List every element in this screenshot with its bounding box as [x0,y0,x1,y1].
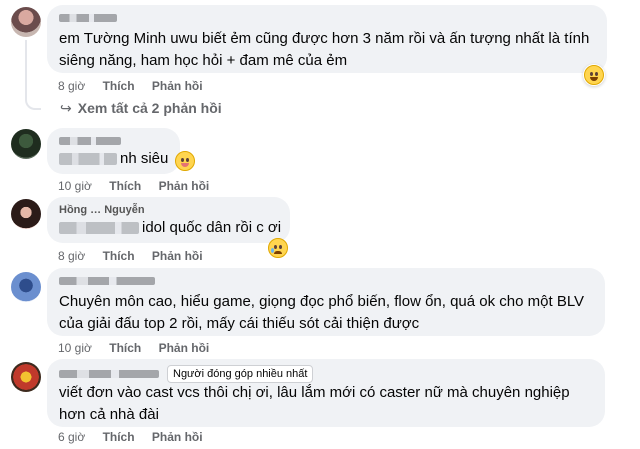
top-contributor-badge: Người đóng góp nhiều nhất [167,365,314,383]
comment-bubble: nh siêu [47,128,180,174]
comment-author[interactable] [59,274,593,288]
comment-time[interactable]: 6 giờ [58,430,85,444]
comment-time[interactable]: 10 giờ [58,179,92,193]
comment-actions: 10 giờ Thích Phản hồi [58,179,223,193]
reply-arrow-icon: ↪ [60,100,72,116]
comment-time[interactable]: 10 giờ [58,341,92,355]
sad-emoji-icon [268,238,288,258]
reply-button[interactable]: Phản hồi [152,79,203,93]
comment-text: viết đơn vào cast vcs thôi chị ơi, lâu l… [59,384,570,423]
comment-time[interactable]: 8 giờ [58,249,85,263]
avatar[interactable] [11,129,41,159]
reply-button[interactable]: Phản hồi [159,179,210,193]
comment-text: idol quốc dân rồi c ơi [59,217,281,239]
thread-line [25,40,41,110]
comment-actions: 8 giờ Thích Phản hồi [58,249,217,263]
comment-time[interactable]: 8 giờ [58,79,85,93]
comment-author[interactable]: Người đóng góp nhiều nhất [59,365,593,383]
comment-text: em Tường Minh uwu biết ẻm cũng được hơn … [59,30,590,69]
avatar[interactable] [11,199,41,229]
comment-actions: 6 giờ Thích Phản hồi [58,430,217,444]
avatar[interactable] [11,362,41,392]
comment-text: nh siêu [59,148,168,170]
reply-button[interactable]: Phản hồi [152,249,203,263]
reply-button[interactable]: Phản hồi [159,341,210,355]
comment-text: Chuyên môn cao, hiểu game, giọng đọc phổ… [59,293,585,332]
comment-actions: 8 giờ Thích Phản hồi [58,79,217,93]
comment-bubble: Hồng … Nguyễn idol quốc dân rồi c ơi [47,197,290,243]
comment-bubble: em Tường Minh uwu biết ẻm cũng được hơn … [47,5,607,73]
reply-button[interactable]: Phản hồi [152,430,203,444]
view-replies-link[interactable]: ↪ Xem tất cả 2 phản hồi [60,100,222,117]
like-button[interactable]: Thích [109,341,141,355]
comment-author[interactable]: Hồng … Nguyễn [59,203,278,217]
like-button[interactable]: Thích [103,79,135,93]
comment-bubble: Chuyên môn cao, hiểu game, giọng đọc phổ… [47,268,605,336]
like-button[interactable]: Thích [109,179,141,193]
avatar[interactable] [11,7,41,37]
tongue-emoji-icon [175,151,195,171]
reaction-badge[interactable] [583,64,605,86]
avatar[interactable] [11,272,41,302]
comment-actions: 10 giờ Thích Phản hồi [58,341,223,355]
comment-bubble: Người đóng góp nhiều nhất viết đơn vào c… [47,359,605,427]
grin-emoji-icon [584,65,604,85]
like-button[interactable]: Thích [103,249,135,263]
comment-author[interactable] [59,11,595,25]
comment-author[interactable] [59,134,168,148]
like-button[interactable]: Thích [103,430,135,444]
